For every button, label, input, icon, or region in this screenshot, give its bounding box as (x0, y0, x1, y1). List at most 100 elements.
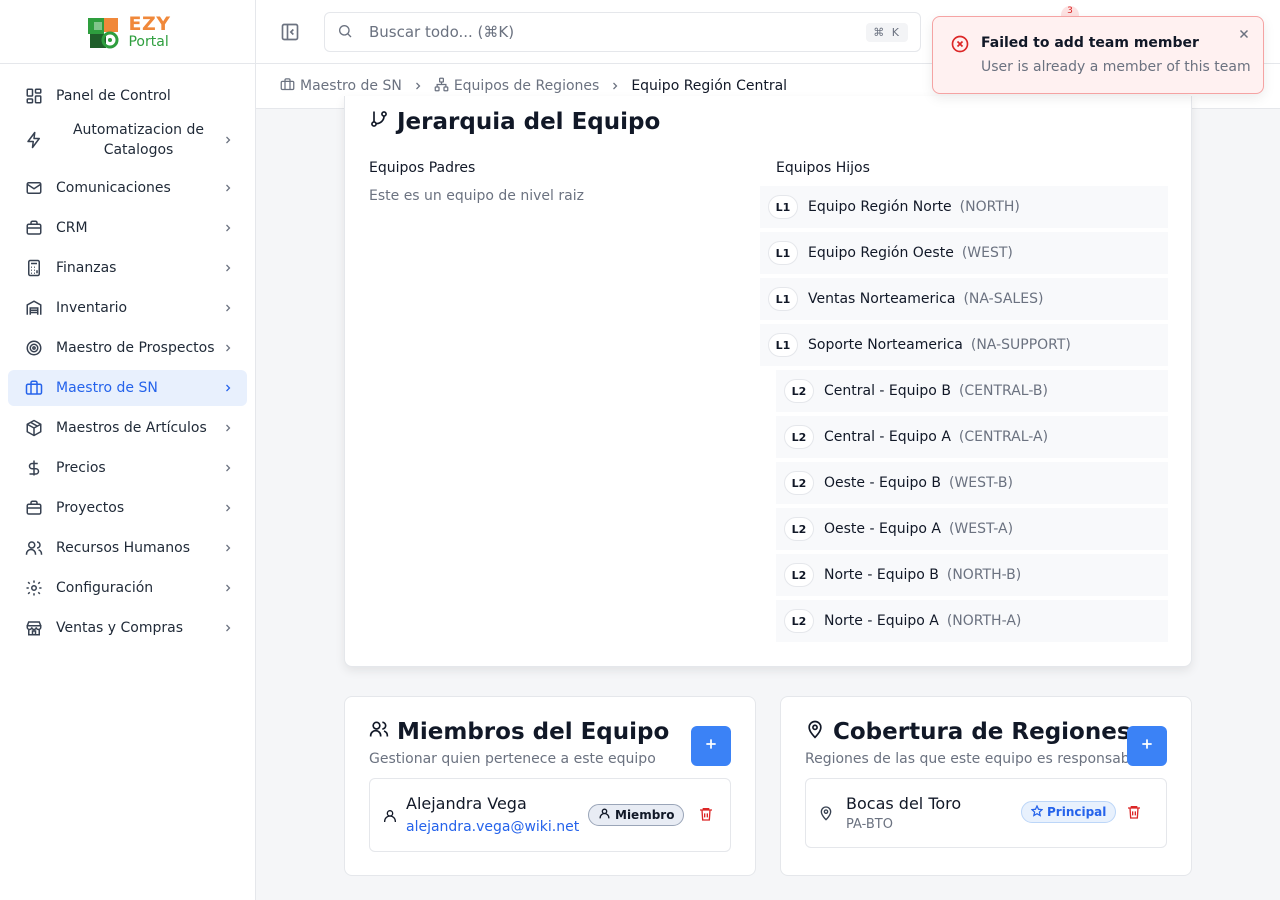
child-team-name: Central - Equipo B (824, 383, 951, 399)
hierarchy-icon (434, 77, 449, 96)
close-icon[interactable] (1237, 27, 1251, 41)
child-team-row[interactable]: L2 Norte - Equipo B (NORTH-B) (776, 554, 1168, 596)
child-team-row[interactable]: L2 Central - Equipo A (CENTRAL-A) (776, 416, 1168, 458)
child-team-row[interactable]: L2 Norte - Equipo A (NORTH-A) (776, 600, 1168, 642)
chevron-right-icon (221, 622, 235, 634)
root-note: Este es un equipo de nivel raiz (369, 188, 584, 204)
child-team-row[interactable]: L1 Equipo Región Oeste (WEST) (760, 232, 1168, 274)
sidebar-item-inventario[interactable]: Inventario (8, 290, 247, 326)
hierarchy-title: Jerarquia del Equipo (369, 109, 660, 135)
child-team-code: (NA-SUPPORT) (970, 337, 1071, 353)
level-badge: L2 (784, 379, 814, 403)
sidebar-item-precios[interactable]: Precios (8, 450, 247, 486)
child-team-row[interactable]: L2 Oeste - Equipo A (WEST-A) (776, 508, 1168, 550)
delete-member-trash-icon[interactable] (698, 806, 716, 824)
child-team-row[interactable]: L1 Soporte Norteamerica (NA-SUPPORT) (760, 324, 1168, 366)
sidebar-nav: Panel de Control Automatizacion de Catal… (0, 64, 255, 664)
chevron-right-icon (221, 422, 235, 434)
add-region-button[interactable] (1127, 726, 1167, 766)
breadcrumb-label: Maestro de SN (300, 78, 402, 94)
calculator-icon (24, 258, 44, 278)
briefcase-icon (24, 218, 44, 238)
sidebar-item-maestro-de-prospectos[interactable]: Maestro de Prospectos (8, 330, 247, 366)
chevron-right-icon (221, 382, 235, 394)
region-code: PA-BTO (846, 817, 893, 832)
map-pin-icon (818, 805, 834, 825)
sidebar-item-maestros-de-articulos[interactable]: Maestros de Artículos (8, 410, 247, 446)
level-badge: L1 (768, 241, 798, 265)
level-badge: L2 (784, 517, 814, 541)
coverage-title-text: Cobertura de Regiones (833, 719, 1131, 745)
sidebar-item-label: CRM (56, 220, 88, 236)
sidebar-item-label: Proyectos (56, 500, 125, 516)
chevron-right-icon (221, 342, 235, 354)
level-badge: L2 (784, 471, 814, 495)
child-team-name: Norte - Equipo B (824, 567, 939, 583)
search-icon (337, 23, 355, 41)
sidebar-item-ventas-y-compras[interactable]: Ventas y Compras (8, 610, 247, 646)
child-team-row[interactable]: L2 Central - Equipo B (CENTRAL-B) (776, 370, 1168, 412)
sidebar-item-label: Recursos Humanos (56, 540, 190, 556)
member-email[interactable]: alejandra.vega@wiki.net (406, 819, 579, 835)
chevron-right-icon (221, 302, 235, 314)
logo-mark-icon (84, 12, 124, 52)
level-badge: L1 (768, 287, 798, 311)
search-input[interactable] (369, 23, 867, 41)
member-item: Alejandra Vega alejandra.vega@wiki.net M… (369, 778, 731, 852)
member-name: Alejandra Vega (406, 794, 527, 813)
sidebar-item-proyectos[interactable]: Proyectos (8, 490, 247, 526)
sidebar-item-crm[interactable]: CRM (8, 210, 247, 246)
level-badge: L1 (768, 333, 798, 357)
level-badge: L2 (784, 609, 814, 633)
sidebar-item-finanzas[interactable]: Finanzas (8, 250, 247, 286)
breadcrumb-item-equipos-de-regiones[interactable]: Equipos de Regiones (434, 77, 599, 96)
search-bar[interactable]: ⌘ K (324, 12, 921, 52)
child-team-row[interactable]: L2 Oeste - Equipo B (WEST-B) (776, 462, 1168, 504)
child-team-row[interactable]: L1 Ventas Norteamerica (NA-SALES) (760, 278, 1168, 320)
chevron-right-icon (221, 222, 235, 234)
members-title: Miembros del Equipo (369, 719, 669, 745)
sidebar-item-panel-de-control[interactable]: Panel de Control (8, 78, 247, 114)
users-icon (369, 719, 389, 745)
target-icon (24, 338, 44, 358)
chevron-right-icon (221, 462, 235, 474)
store-icon (24, 618, 44, 638)
coverage-card: Cobertura de Regiones Regiones de las qu… (780, 696, 1192, 876)
sidebar-toggle-icon[interactable] (280, 22, 300, 42)
chevron-right-icon (221, 542, 235, 554)
dashboard-icon (24, 86, 44, 106)
briefcase-icon (24, 498, 44, 518)
role-badge-label: Miembro (615, 808, 675, 822)
child-team-code: (WEST-B) (948, 475, 1013, 491)
hierarchy-title-text: Jerarquia del Equipo (397, 109, 661, 135)
map-pin-icon (805, 719, 825, 745)
children-label: Equipos Hijos (776, 160, 870, 176)
users-icon (24, 538, 44, 558)
sidebar-item-recursos-humanos[interactable]: Recursos Humanos (8, 530, 247, 566)
add-member-button[interactable] (691, 726, 731, 766)
child-team-code: (NORTH) (959, 199, 1020, 215)
principal-badge-label: Principal (1047, 805, 1107, 819)
sidebar-item-automatizacion[interactable]: Automatizacion de Catalogos (8, 118, 247, 162)
user-icon (382, 808, 398, 828)
chevron-right-icon (221, 262, 235, 274)
level-badge: L1 (768, 195, 798, 219)
sidebar-item-label: Maestro de Prospectos (56, 340, 215, 356)
region-item: Bocas del Toro PA-BTO Principal (805, 778, 1167, 848)
child-team-code: (NORTH-A) (946, 613, 1022, 629)
level-badge: L2 (784, 563, 814, 587)
chevron-right-icon (221, 502, 235, 514)
sidebar-item-label: Panel de Control (56, 88, 171, 104)
sidebar-item-configuracion[interactable]: Configuración (8, 570, 247, 606)
delete-region-trash-icon[interactable] (1126, 804, 1144, 822)
notification-badge[interactable]: 3 (1061, 6, 1079, 16)
breadcrumb-item-maestro-de-sn[interactable]: Maestro de SN (280, 77, 402, 96)
sidebar-item-comunicaciones[interactable]: Comunicaciones (8, 170, 247, 206)
logo[interactable]: EZY Portal (0, 0, 255, 64)
sidebar-item-maestro-de-sn[interactable]: Maestro de SN (8, 370, 247, 406)
gear-icon (24, 578, 44, 598)
members-title-text: Miembros del Equipo (397, 719, 670, 745)
child-team-row[interactable]: L1 Equipo Región Norte (NORTH) (760, 186, 1168, 228)
sidebar-item-label: Finanzas (56, 260, 117, 276)
child-team-code: (NA-SALES) (963, 291, 1044, 307)
